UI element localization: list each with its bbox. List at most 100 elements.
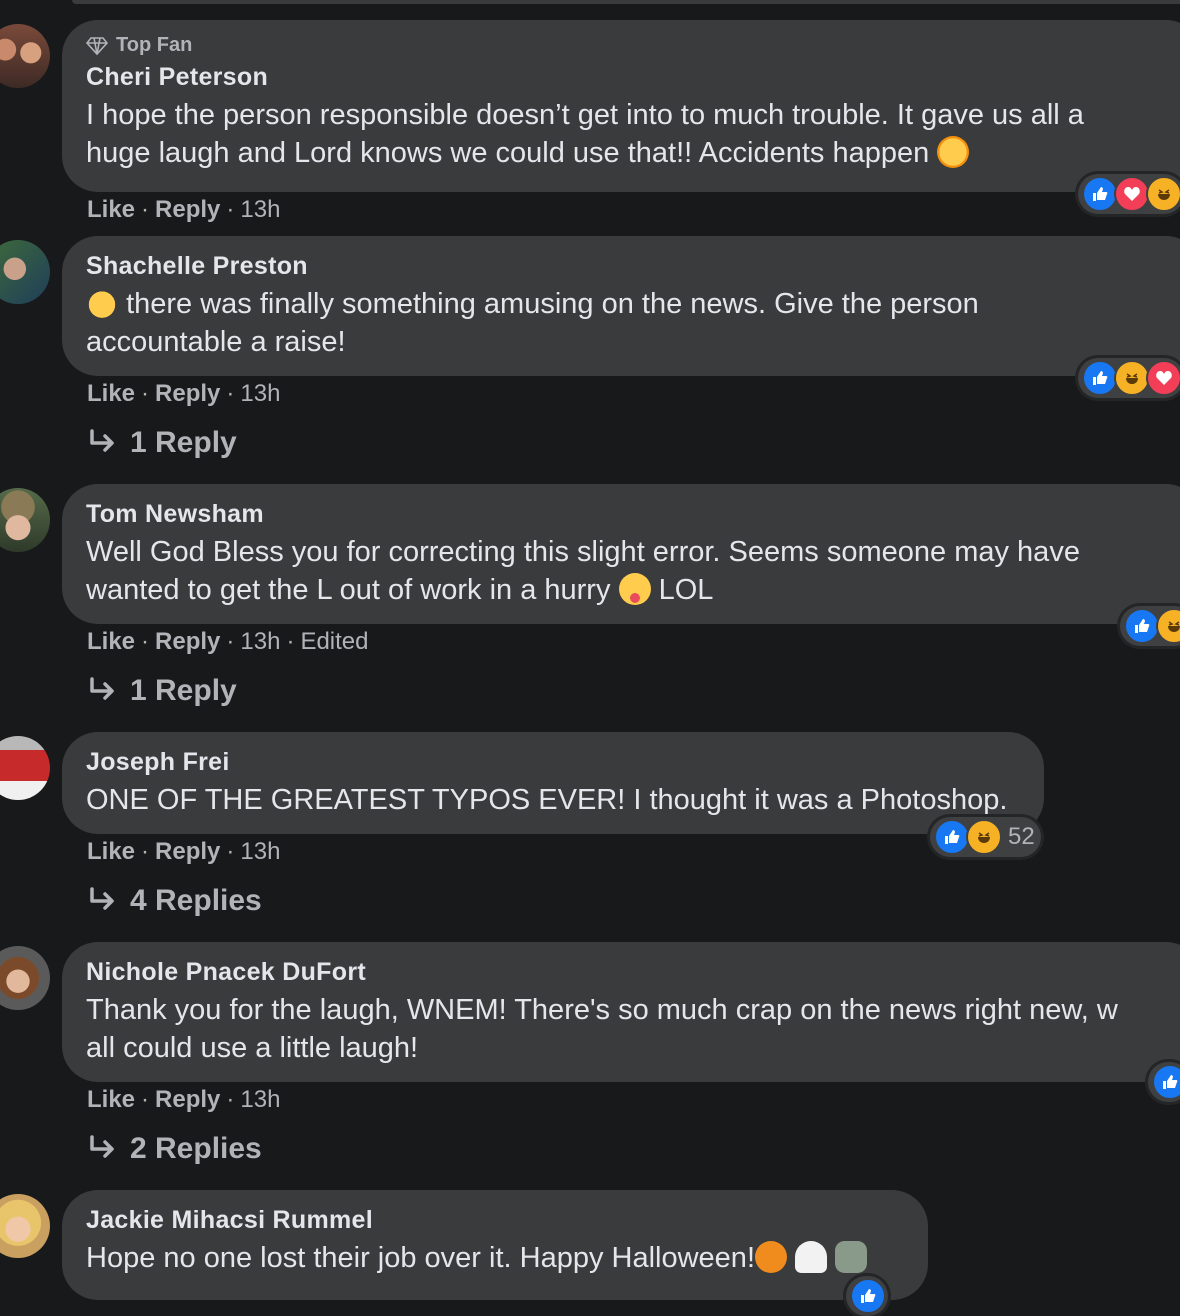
reply-arrow-icon — [90, 429, 114, 452]
view-replies-link[interactable]: 1 Reply — [88, 674, 237, 708]
comment-line-text: huge laugh and Lord knows we could use t… — [86, 137, 930, 169]
comment-text: Thank you for the laugh, WNEM! There's s… — [86, 991, 1178, 1067]
comment-bubble: Shachelle Preston there was finally some… — [62, 236, 1180, 376]
avatar[interactable] — [0, 736, 50, 800]
haha-reaction-icon — [1146, 176, 1180, 212]
commenter-name[interactable]: Joseph Frei — [86, 748, 1020, 777]
love-reaction-icon — [1146, 360, 1180, 396]
separator: · — [226, 380, 235, 407]
view-replies-link[interactable]: 4 Replies — [88, 884, 262, 918]
comment-line: ONE OF THE GREATEST TYPOS EVER! I though… — [86, 784, 1008, 816]
timestamp[interactable]: 13h — [240, 196, 280, 223]
separator: · — [226, 628, 235, 655]
comment-line-text: LOL — [658, 574, 714, 606]
commenter-name[interactable]: Jackie Mihacsi Rummel — [86, 1206, 904, 1235]
avatar[interactable] — [0, 488, 50, 552]
diamond-icon — [86, 36, 108, 55]
comment-text: Well God Bless you for correcting this s… — [86, 533, 1178, 609]
clapping-hands-emoji-icon — [86, 287, 118, 319]
reply-button[interactable]: Reply — [155, 1086, 220, 1113]
avatar[interactable] — [0, 24, 50, 88]
jack-o-lantern-emoji-icon — [755, 1241, 787, 1273]
separator: · — [141, 838, 150, 865]
reply-button[interactable]: Reply — [155, 196, 220, 223]
haha-reaction-icon — [1156, 608, 1180, 644]
separator: · — [226, 196, 235, 223]
comment-line: accountable a raise! — [86, 326, 346, 358]
like-button[interactable]: Like — [87, 196, 135, 223]
comment-actions: Like · Reply · 13h · Edited — [87, 628, 369, 656]
separator: · — [141, 380, 150, 407]
reply-button[interactable]: Reply — [155, 838, 220, 865]
reactions-summary[interactable] — [1078, 358, 1180, 398]
commenter-name[interactable]: Nichole Pnacek DuFort — [86, 958, 1178, 987]
comment-actions: Like · Reply · 13h — [87, 838, 280, 866]
comment-line: Hope no one lost their job over it. Happ… — [86, 1239, 904, 1277]
top-fan-badge: Top Fan — [86, 34, 1178, 57]
timestamp[interactable]: 13h — [240, 380, 280, 407]
ghost-emoji-icon — [795, 1241, 828, 1273]
reactions-summary[interactable]: 52 — [930, 817, 1041, 857]
comment-line: Well God Bless you for correcting this s… — [86, 536, 1080, 568]
avatar[interactable] — [0, 240, 50, 304]
comment-text: there was finally something amusing on t… — [86, 285, 1178, 361]
tongue-out-emoji-icon — [618, 573, 651, 605]
separator: · — [141, 628, 150, 655]
previous-comment-edge — [72, 0, 1180, 4]
reactions-summary[interactable] — [1078, 174, 1180, 214]
reactions-summary[interactable] — [846, 1276, 888, 1316]
like-button[interactable]: Like — [87, 380, 135, 407]
avatar[interactable] — [0, 946, 50, 1010]
separator: · — [226, 1086, 235, 1113]
comment-text: ONE OF THE GREATEST TYPOS EVER! I though… — [86, 781, 1020, 819]
comment-line: I hope the person responsible doesn’t ge… — [86, 99, 1084, 131]
comment-line: there was finally something amusing on t… — [86, 285, 1178, 323]
like-reaction-icon — [1124, 608, 1160, 644]
comment-bubble: Top Fan Cheri Peterson I hope the person… — [62, 20, 1180, 192]
zombie-emoji-icon — [835, 1241, 868, 1273]
separator: · — [141, 1086, 150, 1113]
commenter-name[interactable]: Cheri Peterson — [86, 63, 1178, 92]
avatar[interactable] — [0, 1194, 50, 1258]
like-button[interactable]: Like — [87, 628, 135, 655]
replies-count-label: 2 Replies — [130, 1132, 262, 1165]
replies-count-label: 1 Reply — [130, 674, 237, 707]
commenter-name[interactable]: Shachelle Preston — [86, 252, 1178, 281]
reply-arrow-icon — [90, 677, 114, 700]
timestamp[interactable]: 13h — [240, 628, 280, 655]
comment-line-text: Hope no one lost their job over it. Happ… — [86, 1242, 755, 1274]
comment-line: huge laugh and Lord knows we could use t… — [86, 134, 1178, 172]
timestamp[interactable]: 13h — [240, 838, 280, 865]
like-reaction-icon — [934, 819, 970, 855]
reply-arrow-icon — [90, 1135, 114, 1158]
replies-count-label: 1 Reply — [130, 426, 237, 459]
reply-button[interactable]: Reply — [155, 380, 220, 407]
separator: · — [226, 838, 235, 865]
view-replies-link[interactable]: 2 Replies — [88, 1132, 262, 1166]
comment-actions: Like · Reply · 13h — [87, 380, 280, 408]
commenter-name[interactable]: Tom Newsham — [86, 500, 1178, 529]
comment-bubble: Tom Newsham Well God Bless you for corre… — [62, 484, 1180, 624]
comment-line-text: there was finally something amusing on t… — [126, 288, 979, 320]
like-button[interactable]: Like — [87, 1086, 135, 1113]
reply-arrow-icon — [90, 887, 114, 910]
love-reaction-icon — [1114, 176, 1150, 212]
reactions-summary[interactable] — [1148, 1062, 1180, 1102]
comment-text: Hope no one lost their job over it. Happ… — [86, 1239, 904, 1277]
comment-line-text: wanted to get the L out of work in a hur… — [86, 574, 611, 606]
reply-button[interactable]: Reply — [155, 628, 220, 655]
replies-count-label: 4 Replies — [130, 884, 262, 917]
view-replies-link[interactable]: 1 Reply — [88, 426, 237, 460]
like-button[interactable]: Like — [87, 838, 135, 865]
haha-reaction-icon — [1114, 360, 1150, 396]
like-reaction-icon — [1152, 1064, 1180, 1100]
like-reaction-icon — [850, 1278, 886, 1314]
reactions-summary[interactable] — [1120, 606, 1180, 646]
edited-label[interactable]: Edited — [300, 628, 368, 655]
comment-actions: Like · Reply · 13h — [87, 196, 280, 224]
timestamp[interactable]: 13h — [240, 1086, 280, 1113]
smiling-emoji-icon — [937, 136, 970, 168]
reaction-count: 52 — [1008, 823, 1035, 850]
comment-actions: Like · Reply · 13h — [87, 1086, 280, 1114]
separator: · — [141, 196, 150, 223]
